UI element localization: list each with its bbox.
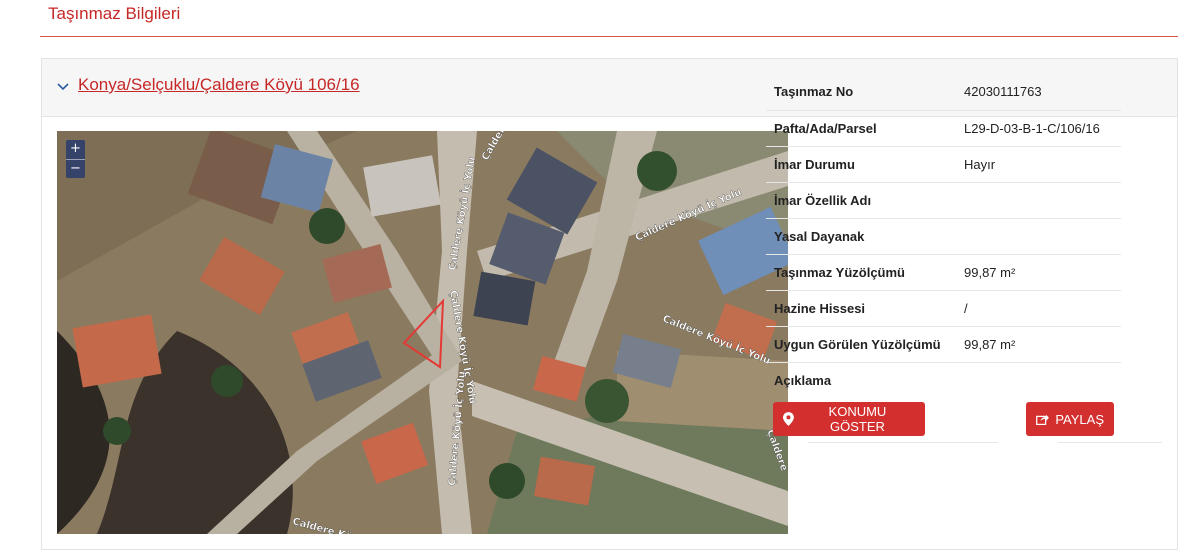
share-button[interactable]: PAYLAŞ bbox=[1026, 402, 1114, 436]
info-label: Taşınmaz No bbox=[766, 74, 958, 111]
info-value: 99,87 m² bbox=[958, 254, 1121, 291]
info-row: Açıklama bbox=[766, 362, 1121, 398]
share-label: PAYLAŞ bbox=[1055, 411, 1104, 427]
info-row: İmar Durumu Hayır bbox=[766, 146, 1121, 183]
zoom-in-button[interactable]: + bbox=[66, 140, 85, 159]
info-label: Taşınmaz Yüzölçümü bbox=[766, 254, 958, 291]
info-value: L29-D-03-B-1-C/106/16 bbox=[958, 110, 1121, 147]
info-row: Taşınmaz Yüzölçümü 99,87 m² bbox=[766, 254, 1121, 291]
info-row: Hazine Hissesi / bbox=[766, 290, 1121, 327]
button-divider bbox=[808, 442, 998, 443]
map-imagery: Çaldere Köyü İç Yolu Çaldere Köyü İç Yol… bbox=[57, 131, 788, 534]
info-label: Pafta/Ada/Parsel bbox=[766, 110, 958, 147]
share-icon bbox=[1036, 414, 1049, 425]
info-value bbox=[958, 182, 1121, 219]
info-row: Taşınmaz No 42030111763 bbox=[766, 74, 1121, 111]
show-location-button[interactable]: KONUMU GÖSTER bbox=[773, 402, 925, 436]
info-label: Hazine Hissesi bbox=[766, 290, 958, 327]
show-location-label: KONUMU GÖSTER bbox=[828, 404, 887, 434]
info-value bbox=[958, 218, 1121, 255]
info-row: Yasal Dayanak bbox=[766, 218, 1121, 255]
chevron-down-icon[interactable] bbox=[56, 79, 70, 93]
map-zoom-control: + − bbox=[66, 140, 85, 178]
info-row: İmar Özellik Adı bbox=[766, 182, 1121, 219]
info-row: Uygun Görülen Yüzölçümü 99,87 m² bbox=[766, 326, 1121, 363]
info-value: 42030111763 bbox=[958, 74, 1121, 111]
satellite-map[interactable]: Çaldere Köyü İç Yolu Çaldere Köyü İç Yol… bbox=[57, 131, 788, 534]
property-info-table: Taşınmaz No 42030111763 Pafta/Ada/Parsel L… bbox=[766, 74, 1121, 398]
location-link[interactable]: Konya/Selçuklu/Çaldere Köyü 106/16 bbox=[78, 75, 360, 95]
info-label: Uygun Görülen Yüzölçümü bbox=[766, 326, 958, 363]
info-label: İmar Durumu bbox=[766, 146, 958, 183]
map-marker-icon bbox=[783, 412, 794, 426]
zoom-out-button[interactable]: − bbox=[66, 159, 85, 178]
info-value: Hayır bbox=[958, 146, 1121, 183]
page-title: Taşınmaz Bilgileri bbox=[48, 4, 181, 23]
info-label: Açıklama bbox=[774, 372, 832, 388]
title-divider bbox=[40, 36, 1178, 37]
info-value bbox=[958, 362, 1121, 398]
info-value: 99,87 m² bbox=[958, 326, 1121, 363]
info-label: İmar Özellik Adı bbox=[766, 182, 958, 219]
button-divider bbox=[1058, 442, 1162, 443]
info-row: Pafta/Ada/Parsel L29-D-03-B-1-C/106/16 bbox=[766, 110, 1121, 147]
info-label: Yasal Dayanak bbox=[766, 218, 958, 255]
info-value: / bbox=[958, 290, 1121, 327]
